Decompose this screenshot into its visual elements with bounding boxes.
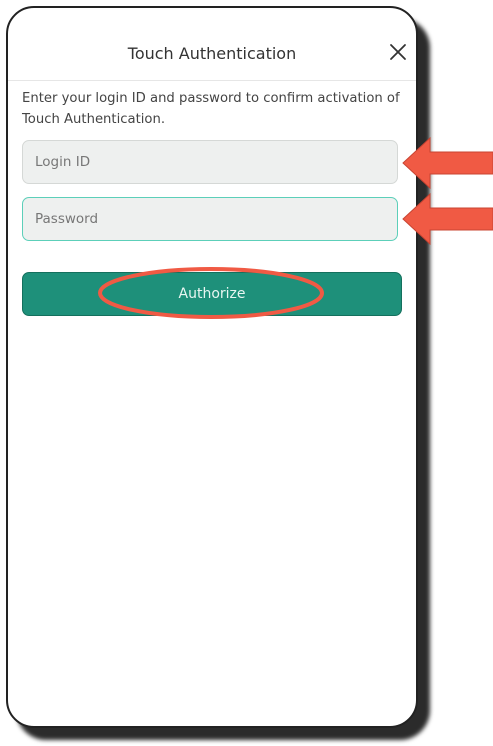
close-button[interactable]	[386, 40, 410, 64]
instructions-text: Enter your login ID and password to conf…	[22, 91, 400, 127]
header-divider	[8, 80, 416, 81]
password-input[interactable]	[22, 197, 398, 241]
screenshot-stage: Touch Authentication Enter your login ID…	[0, 0, 493, 746]
dialog-title: Touch Authentication	[127, 44, 297, 63]
authorize-button[interactable]: Authorize	[22, 272, 402, 316]
login-id-input[interactable]	[22, 140, 398, 184]
device-frame: Touch Authentication Enter your login ID…	[6, 6, 418, 728]
close-icon	[390, 44, 406, 60]
